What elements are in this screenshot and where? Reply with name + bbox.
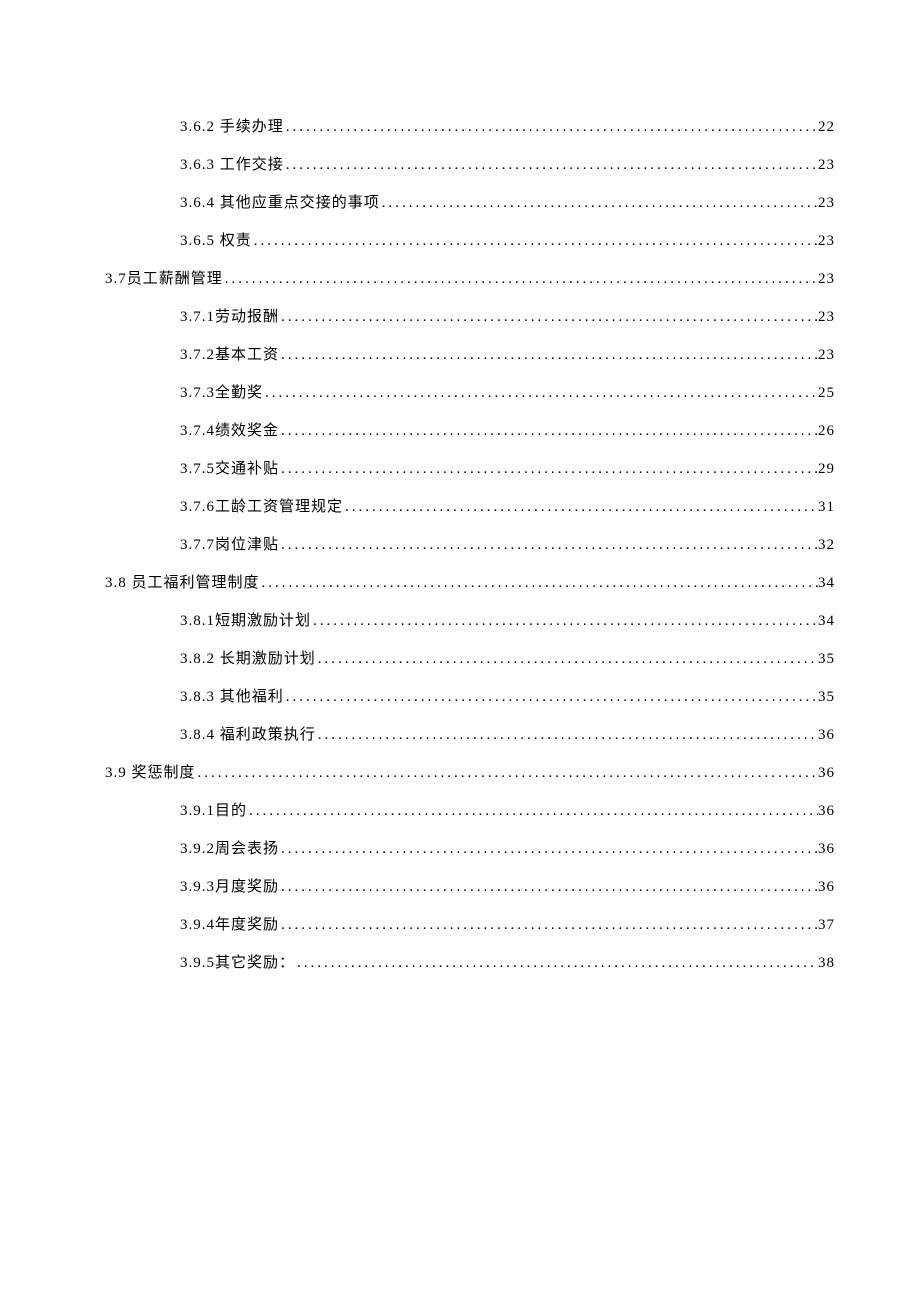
toc-page-number: 23 bbox=[818, 157, 835, 174]
toc-label: 3.7员工薪酬管理 bbox=[105, 267, 223, 288]
toc-entry: 3.8.1短期激励计划 34 bbox=[85, 609, 835, 630]
toc-page-number: 23 bbox=[818, 347, 835, 364]
toc-page-number: 29 bbox=[818, 461, 835, 478]
toc-leader-dots bbox=[279, 917, 818, 934]
toc-entry: 3.8 员工福利管理制度 34 bbox=[85, 571, 835, 592]
toc-label: 3.8.1短期激励计划 bbox=[180, 609, 311, 630]
toc-label: 3.7.3全勤奖 bbox=[180, 381, 263, 402]
toc-leader-dots bbox=[284, 157, 818, 174]
toc-label: 3.6.2 手续办理 bbox=[180, 115, 284, 136]
toc-entry: 3.8.4 福利政策执行 36 bbox=[85, 723, 835, 744]
toc-leader-dots bbox=[316, 651, 818, 668]
toc-leader-dots bbox=[279, 879, 818, 896]
toc-page-number: 23 bbox=[818, 309, 835, 326]
toc-entry: 3.6.4 其他应重点交接的事项 23 bbox=[85, 191, 835, 212]
toc-label: 3.9 奖惩制度 bbox=[105, 761, 196, 782]
toc-page-number: 25 bbox=[818, 385, 835, 402]
toc-leader-dots bbox=[279, 461, 818, 478]
toc-page-number: 36 bbox=[818, 879, 835, 896]
toc-entry: 3.7.7岗位津贴 32 bbox=[85, 533, 835, 554]
toc-entry: 3.8.3 其他福利 35 bbox=[85, 685, 835, 706]
toc-entry: 3.7.5交通补贴 29 bbox=[85, 457, 835, 478]
toc-entry: 3.8.2 长期激励计划 35 bbox=[85, 647, 835, 668]
toc-page-number: 31 bbox=[818, 499, 835, 516]
toc-label: 3.7.2基本工资 bbox=[180, 343, 279, 364]
toc-page-number: 23 bbox=[818, 271, 835, 288]
toc-page-number: 36 bbox=[818, 765, 835, 782]
toc-leader-dots bbox=[223, 271, 818, 288]
toc-leader-dots bbox=[295, 955, 818, 972]
toc-leader-dots bbox=[284, 689, 818, 706]
toc-entry: 3.7员工薪酬管理 23 bbox=[85, 267, 835, 288]
toc-entry: 3.9.2周会表扬 36 bbox=[85, 837, 835, 858]
toc-page-number: 35 bbox=[818, 651, 835, 668]
table-of-contents: 3.6.2 手续办理 22 3.6.3 工作交接 23 3.6.4 其他应重点交… bbox=[85, 115, 835, 972]
toc-label: 3.8.4 福利政策执行 bbox=[180, 723, 316, 744]
toc-label: 3.9.3月度奖励 bbox=[180, 875, 279, 896]
toc-entry: 3.7.3全勤奖 25 bbox=[85, 381, 835, 402]
toc-label: 3.9.2周会表扬 bbox=[180, 837, 279, 858]
toc-leader-dots bbox=[380, 195, 818, 212]
toc-label: 3.7.5交通补贴 bbox=[180, 457, 279, 478]
toc-leader-dots bbox=[311, 613, 818, 630]
toc-label: 3.9.5其它奖励： bbox=[180, 951, 295, 972]
toc-label: 3.6.5 权责 bbox=[180, 229, 252, 250]
toc-entry: 3.7.2基本工资 23 bbox=[85, 343, 835, 364]
toc-page-number: 38 bbox=[818, 955, 835, 972]
toc-leader-dots bbox=[247, 803, 818, 820]
toc-page-number: 34 bbox=[818, 575, 835, 592]
toc-label: 3.7.4绩效奖金 bbox=[180, 419, 279, 440]
toc-entry: 3.6.5 权责 23 bbox=[85, 229, 835, 250]
toc-label: 3.7.6工龄工资管理规定 bbox=[180, 495, 343, 516]
toc-entry: 3.9.1目的 36 bbox=[85, 799, 835, 820]
toc-page-number: 32 bbox=[818, 537, 835, 554]
toc-leader-dots bbox=[279, 309, 818, 326]
toc-leader-dots bbox=[196, 765, 818, 782]
toc-page-number: 35 bbox=[818, 689, 835, 706]
toc-leader-dots bbox=[316, 727, 818, 744]
toc-page-number: 23 bbox=[818, 195, 835, 212]
toc-page-number: 36 bbox=[818, 841, 835, 858]
toc-label: 3.6.3 工作交接 bbox=[180, 153, 284, 174]
toc-leader-dots bbox=[260, 575, 818, 592]
toc-leader-dots bbox=[343, 499, 818, 516]
toc-label: 3.8.2 长期激励计划 bbox=[180, 647, 316, 668]
toc-entry: 3.9.4年度奖励 37 bbox=[85, 913, 835, 934]
toc-entry: 3.9 奖惩制度 36 bbox=[85, 761, 835, 782]
toc-label: 3.9.1目的 bbox=[180, 799, 247, 820]
toc-entry: 3.9.5其它奖励： 38 bbox=[85, 951, 835, 972]
toc-leader-dots bbox=[263, 385, 818, 402]
toc-page-number: 37 bbox=[818, 917, 835, 934]
toc-leader-dots bbox=[279, 347, 818, 364]
toc-label: 3.9.4年度奖励 bbox=[180, 913, 279, 934]
toc-leader-dots bbox=[252, 233, 818, 250]
toc-page-number: 36 bbox=[818, 727, 835, 744]
toc-label: 3.7.7岗位津贴 bbox=[180, 533, 279, 554]
toc-page-number: 36 bbox=[818, 803, 835, 820]
toc-leader-dots bbox=[279, 537, 818, 554]
toc-entry: 3.6.3 工作交接 23 bbox=[85, 153, 835, 174]
toc-leader-dots bbox=[284, 119, 818, 136]
toc-page-number: 22 bbox=[818, 119, 835, 136]
toc-page-number: 34 bbox=[818, 613, 835, 630]
toc-leader-dots bbox=[279, 841, 818, 858]
toc-entry: 3.7.4绩效奖金 26 bbox=[85, 419, 835, 440]
toc-entry: 3.7.1劳动报酬 23 bbox=[85, 305, 835, 326]
toc-page-number: 23 bbox=[818, 233, 835, 250]
toc-page-number: 26 bbox=[818, 423, 835, 440]
toc-label: 3.8.3 其他福利 bbox=[180, 685, 284, 706]
toc-leader-dots bbox=[279, 423, 818, 440]
toc-label: 3.7.1劳动报酬 bbox=[180, 305, 279, 326]
toc-entry: 3.7.6工龄工资管理规定 31 bbox=[85, 495, 835, 516]
toc-label: 3.8 员工福利管理制度 bbox=[105, 571, 260, 592]
toc-entry: 3.9.3月度奖励 36 bbox=[85, 875, 835, 896]
toc-label: 3.6.4 其他应重点交接的事项 bbox=[180, 191, 380, 212]
toc-entry: 3.6.2 手续办理 22 bbox=[85, 115, 835, 136]
